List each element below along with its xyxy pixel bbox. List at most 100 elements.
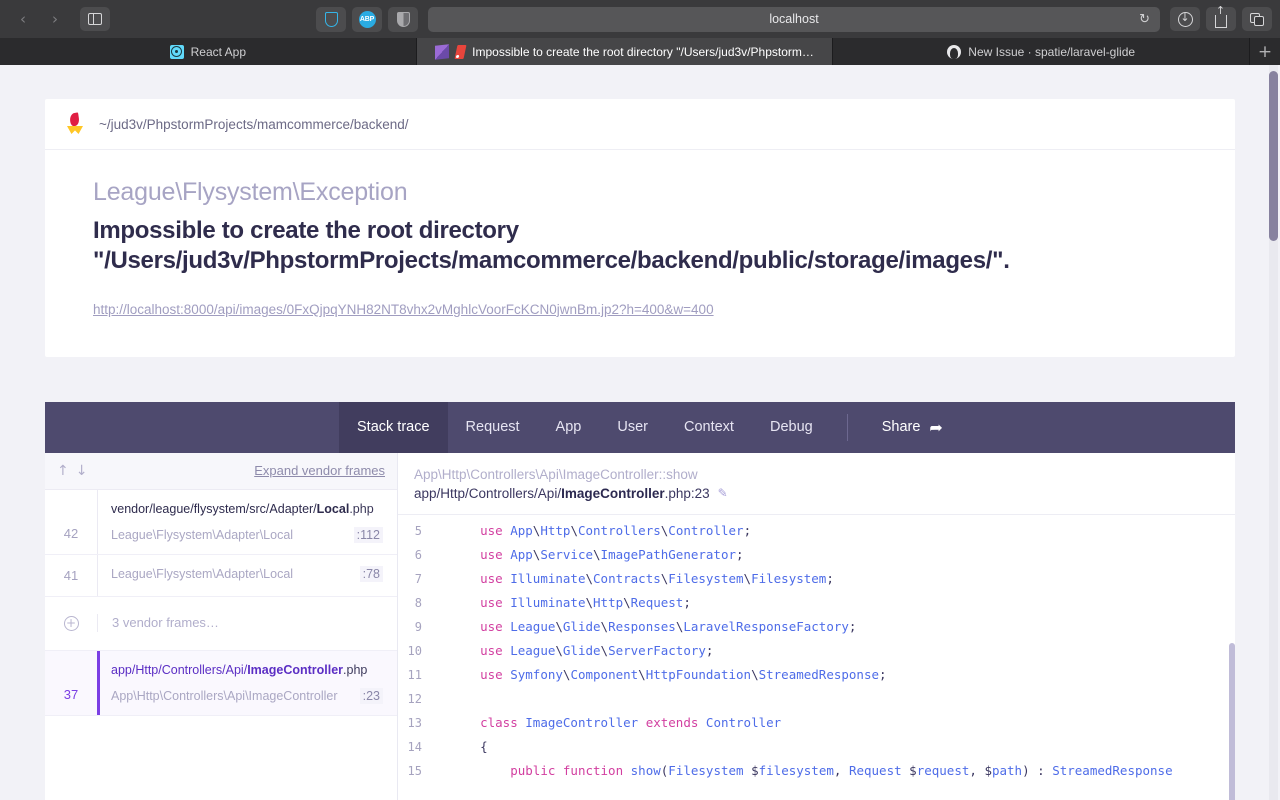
shield-extension-button[interactable] bbox=[316, 6, 346, 32]
tab-overview-button[interactable] bbox=[1242, 7, 1272, 31]
frame-file-dir: vendor/league/flysystem/src/Adapter/ bbox=[111, 501, 317, 516]
phpstorm-icon bbox=[454, 44, 467, 59]
request-url-link[interactable]: http://localhost:8000/api/images/0FxQjpq… bbox=[93, 302, 1187, 317]
shield-icon bbox=[324, 11, 338, 27]
chevron-left-icon: ‹ bbox=[20, 9, 26, 28]
frame-content: vendor/league/flysystem/src/Adapter/Loca… bbox=[97, 489, 397, 554]
exception-body: League\Flysystem\Exception Impossible to… bbox=[45, 150, 1235, 357]
tab-app[interactable]: App bbox=[538, 402, 600, 453]
address-bar[interactable]: localhost ↻ bbox=[428, 6, 1160, 32]
frame-class-row: League\Flysystem\Adapter\Local :78 bbox=[111, 565, 383, 582]
code-line-number: 8 bbox=[414, 595, 422, 610]
frame-number: 42 bbox=[63, 525, 79, 541]
code-line-number: 9 bbox=[414, 619, 422, 634]
code-scrollbar-thumb[interactable] bbox=[1229, 642, 1235, 800]
code-line-number: 6 bbox=[414, 547, 422, 562]
frame-line-number: :112 bbox=[353, 526, 383, 543]
frame-nav-arrows: ↑ ↓ bbox=[57, 463, 87, 479]
table-row[interactable]: 37 app/Http/Controllers/Api/ImageControl… bbox=[45, 650, 397, 716]
browser-tab-react-app[interactable]: React App bbox=[0, 38, 417, 65]
tab-request[interactable]: Request bbox=[448, 402, 538, 453]
page-scrollbar[interactable] bbox=[1269, 65, 1278, 800]
react-icon bbox=[169, 44, 184, 59]
back-button[interactable]: ‹ bbox=[8, 7, 38, 31]
tab-label: Debug bbox=[769, 419, 813, 436]
code-line-number: 11 bbox=[407, 667, 422, 682]
code-file-text: app/Http/Controllers/Api/ImageController… bbox=[414, 485, 710, 501]
reload-icon[interactable]: ↻ bbox=[1139, 12, 1150, 27]
downloads-button[interactable] bbox=[1170, 7, 1200, 31]
project-path: ~/jud3v/PhpstormProjects/mamcommerce/bac… bbox=[99, 116, 409, 132]
expand-vendor-frames-link[interactable]: Expand vendor frames bbox=[254, 463, 385, 478]
sidebar-icon bbox=[88, 12, 102, 26]
exception-message: Impossible to create the root directory … bbox=[93, 217, 1010, 275]
frame-file-ext: .php bbox=[343, 662, 368, 677]
sidebar-toggle-button[interactable] bbox=[80, 7, 110, 31]
browser-tab-github-issue[interactable]: New Issue · spatie/laravel-glide bbox=[833, 38, 1251, 65]
tab-context[interactable]: Context bbox=[666, 402, 752, 453]
share-action[interactable]: Share ➦ bbox=[864, 402, 961, 453]
code-line-text: public function show(Filesystem $filesys… bbox=[510, 763, 1173, 779]
code-line: 12 bbox=[398, 687, 1235, 711]
code-line: 9 use League\Glide\Responses\LaravelResp… bbox=[398, 615, 1235, 639]
browser-chrome: ‹ › ABP localhost ↻ ↓ ↑ React App Imposs… bbox=[0, 0, 1280, 65]
tab-user[interactable]: User bbox=[599, 402, 666, 453]
frame-file-ext: .php bbox=[349, 501, 374, 516]
share-arrow-icon: ➦ bbox=[929, 417, 943, 437]
edit-pencil-icon[interactable]: ✎ bbox=[718, 486, 728, 500]
code-line-number: 5 bbox=[414, 523, 422, 538]
new-tab-button[interactable]: + bbox=[1250, 38, 1280, 65]
project-path-row: ~/jud3v/PhpstormProjects/mamcommerce/bac… bbox=[45, 99, 1235, 150]
address-bar-text: localhost bbox=[769, 12, 819, 26]
code-scrollbar[interactable] bbox=[1229, 642, 1235, 800]
code-line-number: 10 bbox=[407, 643, 422, 658]
ignition-flame-icon bbox=[67, 112, 83, 135]
download-icon bbox=[1177, 11, 1193, 27]
tab-stack-trace[interactable]: Stack trace bbox=[339, 401, 448, 453]
detail-nav-bar: Stack trace Request App User Context Deb… bbox=[45, 401, 1235, 453]
arrow-up-icon[interactable]: ↑ bbox=[57, 463, 69, 479]
adblock-plus-icon: ABP bbox=[358, 10, 376, 28]
browser-tab-ignition-error[interactable]: Impossible to create the root directory … bbox=[416, 38, 834, 65]
code-header: App\Http\Controllers\Api\ImageController… bbox=[398, 453, 1235, 514]
table-row[interactable]: 42 vendor/league/flysystem/src/Adapter/L… bbox=[45, 489, 397, 555]
vendor-frames-toggle-row[interactable]: + 3 vendor frames… bbox=[45, 597, 397, 651]
tab-title: React App bbox=[190, 44, 247, 59]
stack-trace-body: ↑ ↓ Expand vendor frames 42 vendor/leagu… bbox=[45, 452, 1235, 800]
plus-circle-icon[interactable]: + bbox=[63, 615, 79, 631]
tab-overview-icon bbox=[1250, 12, 1264, 26]
frame-file-name: Local bbox=[316, 501, 350, 516]
privacy-extension-button[interactable] bbox=[388, 6, 418, 32]
share-label: Share bbox=[881, 419, 921, 436]
frame-class: League\Flysystem\Adapter\Local bbox=[111, 527, 294, 542]
frame-class-row: League\Flysystem\Adapter\Local :112 bbox=[111, 526, 383, 543]
table-row[interactable]: 41 League\Flysystem\Adapter\Local :78 bbox=[45, 554, 397, 597]
code-line-text: class ImageController extends Controller bbox=[480, 715, 782, 731]
code-line-text: use League\Glide\ServerFactory; bbox=[480, 643, 714, 659]
frame-file-dir: app/Http/Controllers/Api/ bbox=[111, 662, 248, 677]
browser-toolbar: ‹ › ABP localhost ↻ bbox=[0, 0, 1280, 38]
exception-card: ~/jud3v/PhpstormProjects/mamcommerce/bac… bbox=[45, 99, 1235, 357]
code-panel: App\Http\Controllers\Api\ImageController… bbox=[398, 452, 1235, 800]
code-line-number: 12 bbox=[407, 691, 422, 706]
extension-buttons: ABP bbox=[316, 6, 418, 32]
frame-number: 37 bbox=[63, 686, 79, 702]
frames-header: ↑ ↓ Expand vendor frames bbox=[45, 452, 397, 490]
frame-file-name: ImageController bbox=[247, 662, 344, 677]
page-scrollbar-thumb[interactable] bbox=[1269, 71, 1278, 241]
arrow-down-icon[interactable]: ↓ bbox=[76, 463, 88, 479]
page-content: ~/jud3v/PhpstormProjects/mamcommerce/bac… bbox=[0, 65, 1280, 800]
adblock-plus-button[interactable]: ABP bbox=[352, 6, 382, 32]
frame-class: League\Flysystem\Adapter\Local bbox=[111, 566, 294, 581]
frame-content: League\Flysystem\Adapter\Local :78 bbox=[97, 554, 397, 596]
code-line-number: 14 bbox=[407, 739, 422, 754]
tab-label: Context bbox=[683, 419, 734, 436]
tab-debug[interactable]: Debug bbox=[752, 402, 831, 453]
code-line: 11 use Symfony\Component\HttpFoundation\… bbox=[398, 663, 1235, 687]
share-button[interactable] bbox=[1206, 4, 1236, 31]
code-line-number: 13 bbox=[407, 715, 422, 730]
toolbar-right-buttons bbox=[1170, 4, 1272, 31]
frame-content: 3 vendor frames… bbox=[97, 614, 397, 633]
forward-button[interactable]: › bbox=[40, 7, 70, 31]
privacy-shield-icon bbox=[396, 11, 410, 27]
